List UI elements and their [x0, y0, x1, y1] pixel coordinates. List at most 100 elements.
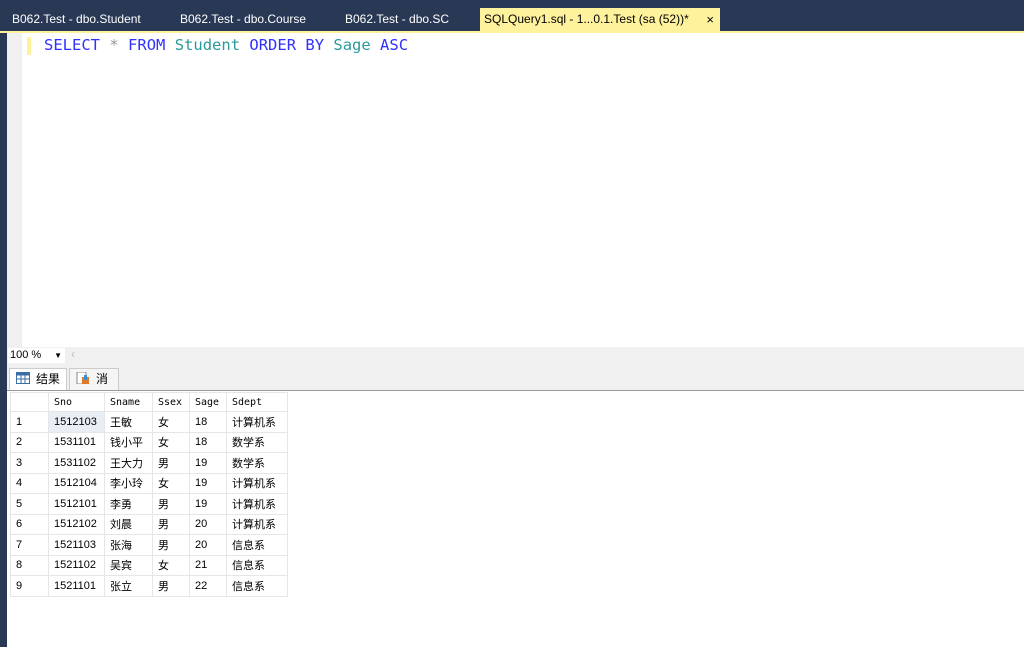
tab-sc[interactable]: B062.Test - dbo.SC	[333, 8, 478, 31]
cell-sage[interactable]: 22	[189, 575, 227, 597]
cell-sage[interactable]: 21	[189, 554, 227, 576]
cell-sno[interactable]: 1512102	[48, 513, 105, 535]
cell-sdept[interactable]: 数学系	[226, 431, 288, 453]
tab-course[interactable]: B062.Test - dbo.Course	[168, 8, 333, 31]
cell-sage[interactable]: 20	[189, 534, 227, 556]
cell-sname[interactable]: 张海	[104, 534, 153, 556]
cell-sname[interactable]: 刘晨	[104, 513, 153, 535]
cell-sname[interactable]: 张立	[104, 575, 153, 597]
cell-sname[interactable]: 李勇	[104, 493, 153, 515]
row-number[interactable]: 6	[10, 513, 49, 535]
zoom-value: 100 %	[10, 349, 42, 361]
cell-sname[interactable]: 李小玲	[104, 472, 153, 494]
change-marker	[27, 37, 31, 55]
cell-sdept[interactable]: 计算机系	[226, 411, 288, 433]
cell-sname[interactable]: 吴宾	[104, 554, 153, 576]
tab-results[interactable]: 结果	[9, 368, 67, 390]
cell-sage[interactable]: 18	[189, 411, 227, 433]
cell-sname[interactable]: 钱小平	[104, 431, 153, 453]
table-row: 9 1521101 张立男 22 信息系	[10, 575, 288, 597]
cell-sdept[interactable]: 计算机系	[226, 493, 288, 515]
query-text[interactable]: SELECT * FROM Student ORDER BY Sage ASC	[44, 36, 408, 54]
column-header[interactable]: Sdept	[226, 392, 288, 412]
cell-ssex[interactable]: 女	[152, 554, 190, 576]
row-number[interactable]: 9	[10, 575, 49, 597]
cell-ssex[interactable]: 男	[152, 452, 190, 474]
results-grid[interactable]: Sno Sname Ssex Sage Sdept 1 1512103 王敏女 18 计…	[7, 390, 1024, 647]
results-table: Sno Sname Ssex Sage Sdept 1 1512103 王敏女 18 计…	[10, 392, 288, 597]
row-number[interactable]: 1	[10, 411, 49, 433]
tab-label: 结果	[36, 372, 61, 386]
cell-sage[interactable]: 18	[189, 431, 227, 453]
tab-student[interactable]: B062.Test - dbo.Student	[0, 8, 165, 31]
tab-label: SQLQuery1.sql - 1...0.1.Test (sa (52))*	[484, 12, 689, 26]
cell-ssex[interactable]: 男	[152, 493, 190, 515]
cell-sno[interactable]: 1521102	[48, 554, 105, 576]
cell-ssex[interactable]: 男	[152, 513, 190, 535]
cell-sno[interactable]: 1512104	[48, 472, 105, 494]
scroll-left-icon[interactable]: ‹	[71, 347, 75, 361]
grid-icon	[16, 372, 30, 384]
cell-sname[interactable]: 王大力	[104, 452, 153, 474]
editor-gutter	[7, 33, 22, 347]
row-number[interactable]: 8	[10, 554, 49, 576]
keyword: FROM	[128, 36, 166, 54]
column-header[interactable]: Sage	[189, 392, 227, 412]
row-number[interactable]: 4	[10, 472, 49, 494]
table-row: 3 1531102 王大力男 19 数学系	[10, 452, 288, 474]
operator: *	[109, 36, 119, 54]
cell-ssex[interactable]: 女	[152, 411, 190, 433]
keyword: SELECT	[44, 36, 100, 54]
column-header[interactable]: Sno	[48, 392, 105, 412]
tab-messages[interactable]: 消息	[69, 368, 119, 406]
tab-label: B062.Test - dbo.SC	[345, 12, 450, 26]
cell-sdept[interactable]: 计算机系	[226, 513, 288, 535]
cell-sage[interactable]: 19	[189, 452, 227, 474]
table-row: 6 1512102 刘晨男 20 计算机系	[10, 513, 288, 535]
row-number[interactable]: 5	[10, 493, 49, 515]
zoom-select[interactable]: 100 % ▼	[8, 348, 65, 363]
cell-ssex[interactable]: 男	[152, 575, 190, 597]
chevron-down-icon: ▼	[54, 351, 62, 360]
row-number[interactable]: 7	[10, 534, 49, 556]
query-editor[interactable]: SELECT * FROM Student ORDER BY Sage ASC	[7, 33, 1024, 347]
cell-sno[interactable]: 1531102	[48, 452, 105, 474]
cell-ssex[interactable]: 男	[152, 534, 190, 556]
close-icon[interactable]: ×	[706, 8, 714, 31]
table-row: 2 1531101 钱小平女 18 数学系	[10, 431, 288, 453]
table-row: 8 1521102 吴宾女 21 信息系	[10, 554, 288, 576]
tab-sqlquery1[interactable]: SQLQuery1.sql - 1...0.1.Test (sa (52))* ×	[480, 8, 720, 31]
cell-sno[interactable]: 1521101	[48, 575, 105, 597]
header-row: Sno Sname Ssex Sage Sdept	[10, 392, 288, 412]
cell-ssex[interactable]: 女	[152, 431, 190, 453]
cell-sno[interactable]: 1531101	[48, 431, 105, 453]
cell-sage[interactable]: 19	[189, 493, 227, 515]
cell-sdept[interactable]: 信息系	[226, 534, 288, 556]
cell-sno[interactable]: 1512103	[48, 411, 105, 433]
row-number[interactable]: 3	[10, 452, 49, 474]
cell-ssex[interactable]: 女	[152, 472, 190, 494]
tab-label: B062.Test - dbo.Course	[180, 12, 307, 26]
cell-sno[interactable]: 1521103	[48, 534, 105, 556]
row-header-corner[interactable]	[10, 392, 49, 412]
row-number[interactable]: 2	[10, 431, 49, 453]
cell-sdept[interactable]: 信息系	[226, 575, 288, 597]
table-row: 1 1512103 王敏女 18 计算机系	[10, 411, 288, 433]
cell-sname[interactable]: 王敏	[104, 411, 153, 433]
cell-sdept[interactable]: 数学系	[226, 452, 288, 474]
keyword: ORDER BY	[249, 36, 325, 54]
cell-sage[interactable]: 20	[189, 513, 227, 535]
table-row: 4 1512104 李小玲女 19 计算机系	[10, 472, 288, 494]
cell-sdept[interactable]: 信息系	[226, 554, 288, 576]
cell-sage[interactable]: 19	[189, 472, 227, 494]
identifier: Student	[174, 36, 241, 54]
column-header[interactable]: Sname	[104, 392, 153, 412]
zoom-bar: 100 % ▼ ‹	[7, 347, 1024, 364]
cell-sno[interactable]: 1512101	[48, 493, 105, 515]
document-tabs: B062.Test - dbo.Student B062.Test - dbo.…	[0, 8, 1024, 31]
identifier: Sage	[333, 36, 371, 54]
result-tabs: 结果 消息	[7, 364, 1024, 406]
column-header[interactable]: Ssex	[152, 392, 190, 412]
cell-sdept[interactable]: 计算机系	[226, 472, 288, 494]
keyword: ASC	[380, 36, 409, 54]
